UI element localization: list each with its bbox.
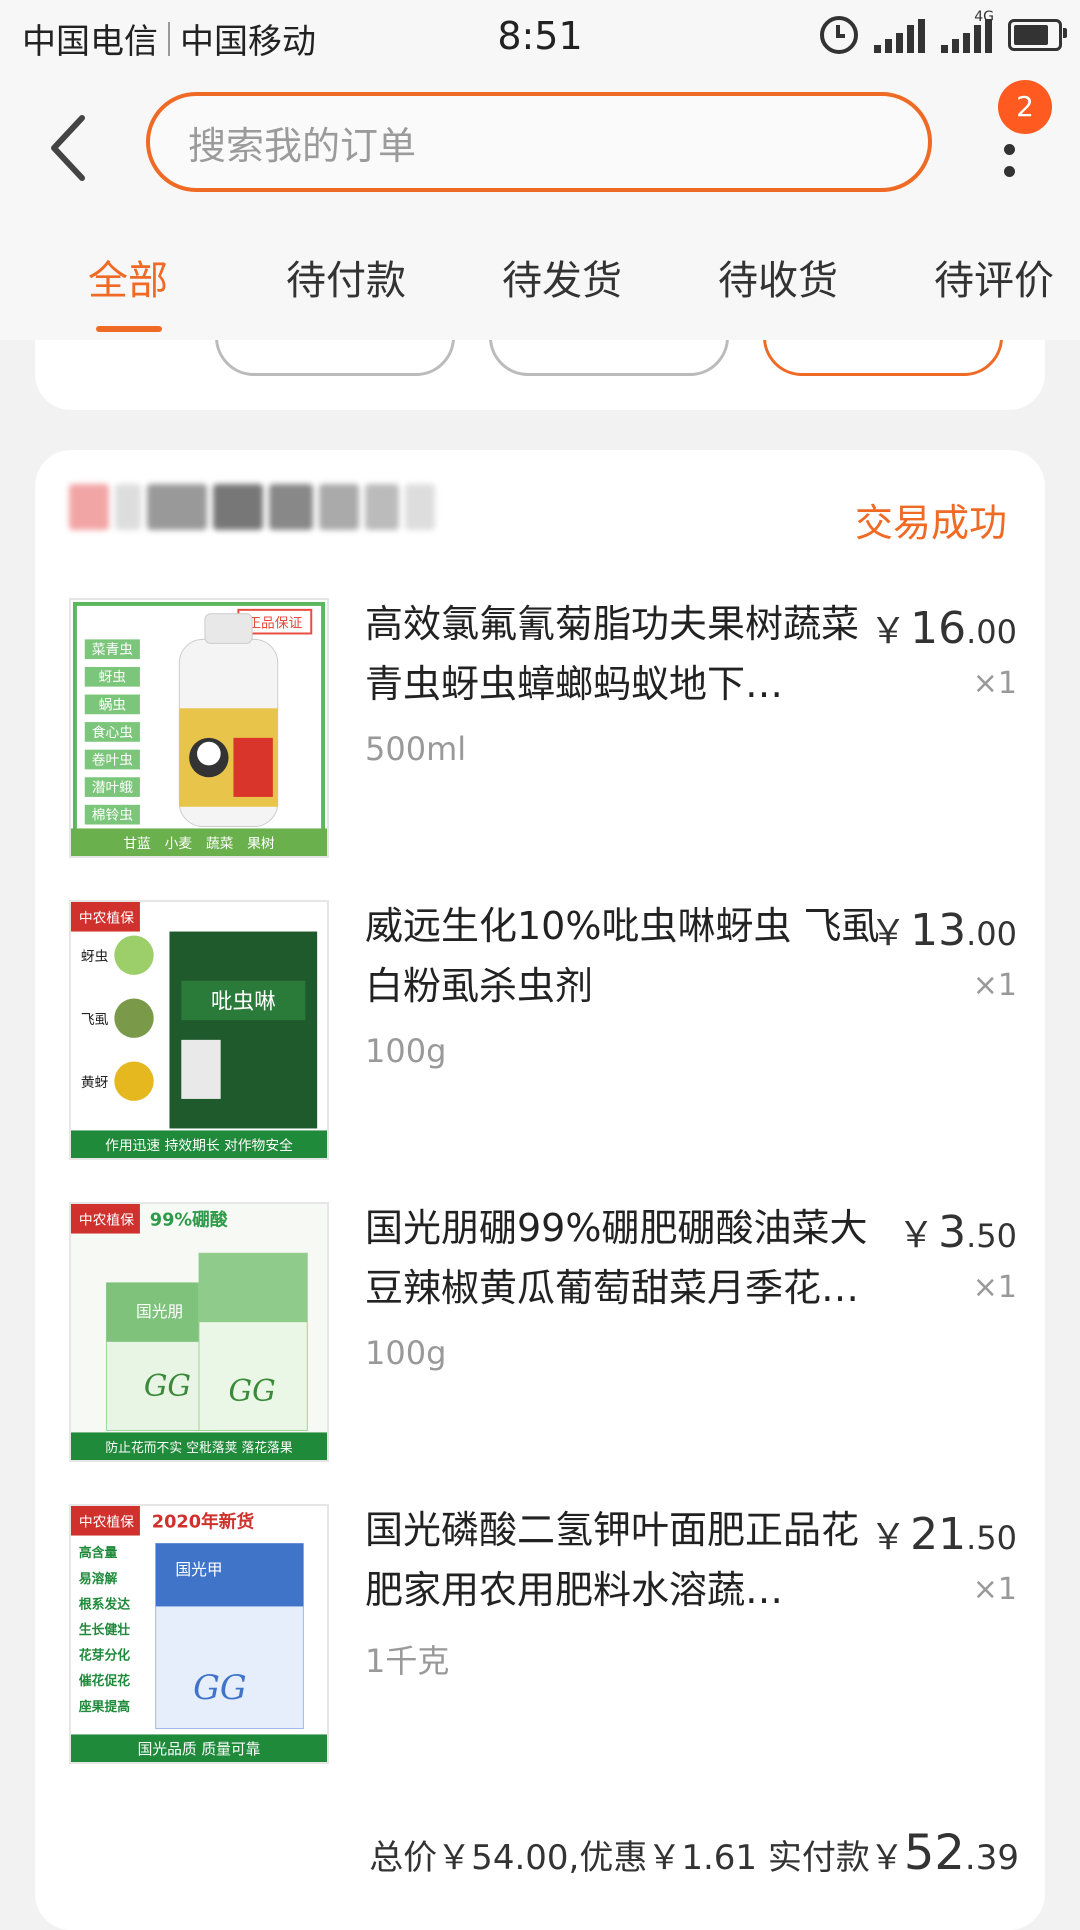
svg-text:黄蚜: 黄蚜 xyxy=(81,1075,109,1091)
svg-text:吡虫啉: 吡虫啉 xyxy=(211,989,276,1014)
svg-text:菜青虫: 菜青虫 xyxy=(92,642,134,658)
search-placeholder: 搜索我的订单 xyxy=(188,123,417,168)
svg-text:根系发达: 根系发达 xyxy=(79,1596,130,1612)
product-spec: 1千克 xyxy=(365,1642,450,1680)
svg-text:生长健壮: 生长健壮 xyxy=(79,1622,130,1638)
product-price: ￥16.00 xyxy=(870,603,1017,654)
product-price: ￥21.50 xyxy=(870,1509,1017,1560)
svg-text:99%硼酸: 99%硼酸 xyxy=(150,1209,228,1231)
product-spec: 100g xyxy=(365,1032,447,1070)
tab-pending-shipment[interactable]: 待发货 xyxy=(502,248,622,306)
svg-text:座果提高: 座果提高 xyxy=(78,1699,130,1715)
svg-text:国光品质 质量可靠: 国光品质 质量可靠 xyxy=(138,1741,261,1758)
product-quantity: ×1 xyxy=(972,666,1017,701)
status-icons: 4G xyxy=(820,9,1067,54)
paid-amount: 52 xyxy=(903,1825,965,1881)
svg-text:催花促花: 催花促花 xyxy=(79,1673,130,1689)
order-total: 总价￥54.00,优惠￥1.61 实付款￥52.39 xyxy=(35,1825,1045,1895)
total-label: 总价￥54.00,优惠￥1.61 实付款 xyxy=(369,1838,870,1878)
product-quantity: ×1 xyxy=(972,1572,1017,1607)
tab-pending-receipt[interactable]: 待收货 xyxy=(718,248,838,306)
battery-icon xyxy=(1008,19,1067,51)
shop-row[interactable]: 交易成功 xyxy=(35,450,1045,580)
svg-text:GG: GG xyxy=(144,1369,191,1403)
svg-text:棉铃虫: 棉铃虫 xyxy=(92,808,134,824)
product-thumbnail: 中农植保 2020年新货 高含量 易溶解 根系发达 生长健壮 花芽分化 催花促花… xyxy=(69,1504,329,1764)
order-item[interactable]: 中农植保 蚜虫 飞虱 黄蚜 吡虫啉 作用迅速 持效期长 对作物安全 威远生化10… xyxy=(35,882,1045,1172)
tab-pending-review[interactable]: 待评价 xyxy=(934,248,1054,306)
product-price: ￥3.50 xyxy=(898,1207,1017,1258)
order-card[interactable]: 交易成功 甘蓝 小麦 蔬菜 果树 正品保证 菜青虫 蚜虫 蜗虫 食心虫 卷叶虫 … xyxy=(35,450,1045,1930)
svg-text:易溶解: 易溶解 xyxy=(79,1571,118,1587)
svg-text:中农植保: 中农植保 xyxy=(79,911,134,927)
svg-text:GG: GG xyxy=(193,1668,246,1707)
product-spec: 100g xyxy=(365,1334,447,1372)
action-button[interactable] xyxy=(489,340,729,376)
action-button[interactable] xyxy=(215,340,455,376)
svg-text:中农植保: 中农植保 xyxy=(79,1515,134,1531)
order-item[interactable]: 中农植保 99%硼酸 国光朋 GG GG 防止花而不实 空秕落荚 落花落果 国光… xyxy=(35,1184,1045,1474)
header: 搜索我的订单 2 全部 待付款 待发货 待收货 待评价 xyxy=(0,78,1080,340)
tab-all[interactable]: 全部 xyxy=(88,248,168,306)
svg-text:蜗虫: 蜗虫 xyxy=(99,697,127,713)
chevron-left-icon xyxy=(51,115,85,181)
product-title: 威远生化10%吡虫啉蚜虫 飞虱 白粉虱杀虫剂 xyxy=(365,904,880,1008)
svg-text:飞虱: 飞虱 xyxy=(81,1012,109,1028)
svg-text:国光朋: 国光朋 xyxy=(136,1302,183,1321)
svg-text:花芽分化: 花芽分化 xyxy=(79,1648,130,1664)
product-price: ￥13.00 xyxy=(870,905,1017,956)
more-dot xyxy=(1004,166,1015,177)
order-tabs: 全部 待付款 待发货 待收货 待评价 xyxy=(0,248,1080,338)
product-title: 国光朋硼99%硼肥硼酸油菜大豆辣椒黄瓜葡萄甜菜月季花… xyxy=(365,1206,868,1310)
more-dots-icon xyxy=(1004,144,1015,155)
paid-currency: ￥ xyxy=(869,1838,904,1878)
total-summary: 总价￥54.00,优惠￥1.61 实付款￥52.39 xyxy=(369,1825,1019,1881)
back-button[interactable] xyxy=(40,108,100,188)
product-thumbnail: 中农植保 蚜虫 飞虱 黄蚜 吡虫啉 作用迅速 持效期长 对作物安全 xyxy=(69,900,329,1160)
active-tab-indicator xyxy=(96,326,162,332)
svg-text:中农植保: 中农植保 xyxy=(79,1213,134,1229)
svg-text:食心虫: 食心虫 xyxy=(92,724,134,741)
action-button[interactable] xyxy=(763,340,1003,376)
paid-amount-decimal: .39 xyxy=(964,1838,1019,1878)
svg-text:高含量: 高含量 xyxy=(79,1545,118,1561)
alarm-icon xyxy=(820,16,858,54)
svg-text:防止花而不实 空秕落荚 落花落果: 防止花而不实 空秕落荚 落花落果 xyxy=(105,1440,292,1456)
svg-text:正品保证: 正品保证 xyxy=(247,616,302,632)
svg-text:GG: GG xyxy=(229,1374,276,1408)
svg-text:潜叶蛾: 潜叶蛾 xyxy=(92,780,134,796)
order-status: 交易成功 xyxy=(854,501,1007,545)
svg-text:蚜虫: 蚜虫 xyxy=(81,949,109,965)
product-spec: 500ml xyxy=(365,730,467,768)
product-title: 国光磷酸二氢钾叶面肥正品花肥家用农用肥料水溶蔬… xyxy=(365,1508,860,1612)
product-thumbnail: 中农植保 99%硼酸 国光朋 GG GG 防止花而不实 空秕落荚 落花落果 xyxy=(69,1202,329,1462)
signal-4g-icon: 4G xyxy=(941,9,994,53)
search-input[interactable]: 搜索我的订单 xyxy=(146,92,932,192)
svg-text:卷叶虫: 卷叶虫 xyxy=(92,752,134,768)
svg-text:作用迅速 持效期长 对作物安全: 作用迅速 持效期长 对作物安全 xyxy=(105,1137,293,1154)
signal-icon xyxy=(874,17,925,53)
product-thumbnail: 甘蓝 小麦 蔬菜 果树 正品保证 菜青虫 蚜虫 蜗虫 食心虫 卷叶虫 潜叶蛾 棉… xyxy=(69,598,329,858)
product-quantity: ×1 xyxy=(972,968,1017,1003)
svg-text:国光甲: 国光甲 xyxy=(175,1560,222,1579)
previous-order-card xyxy=(35,340,1045,410)
product-title: 高效氯氟氰菊脂功夫果树蔬菜青虫蚜虫蟑螂蚂蚁地下… xyxy=(365,602,860,706)
shop-name-redacted xyxy=(69,484,435,530)
product-quantity: ×1 xyxy=(972,1270,1017,1305)
svg-text:甘蓝 小麦 蔬菜 果树: 甘蓝 小麦 蔬菜 果树 xyxy=(123,836,275,852)
notification-badge: 2 xyxy=(998,80,1052,134)
tab-pending-payment[interactable]: 待付款 xyxy=(286,248,406,306)
status-bar: 中国电信 中国移动 8:51 4G xyxy=(0,0,1080,78)
order-item[interactable]: 中农植保 2020年新货 高含量 易溶解 根系发达 生长健壮 花芽分化 催花促花… xyxy=(35,1486,1045,1776)
order-item[interactable]: 甘蓝 小麦 蔬菜 果树 正品保证 菜青虫 蚜虫 蜗虫 食心虫 卷叶虫 潜叶蛾 棉… xyxy=(35,580,1045,870)
svg-text:蚜虫: 蚜虫 xyxy=(99,670,127,686)
svg-text:2020年新货: 2020年新货 xyxy=(152,1511,255,1533)
